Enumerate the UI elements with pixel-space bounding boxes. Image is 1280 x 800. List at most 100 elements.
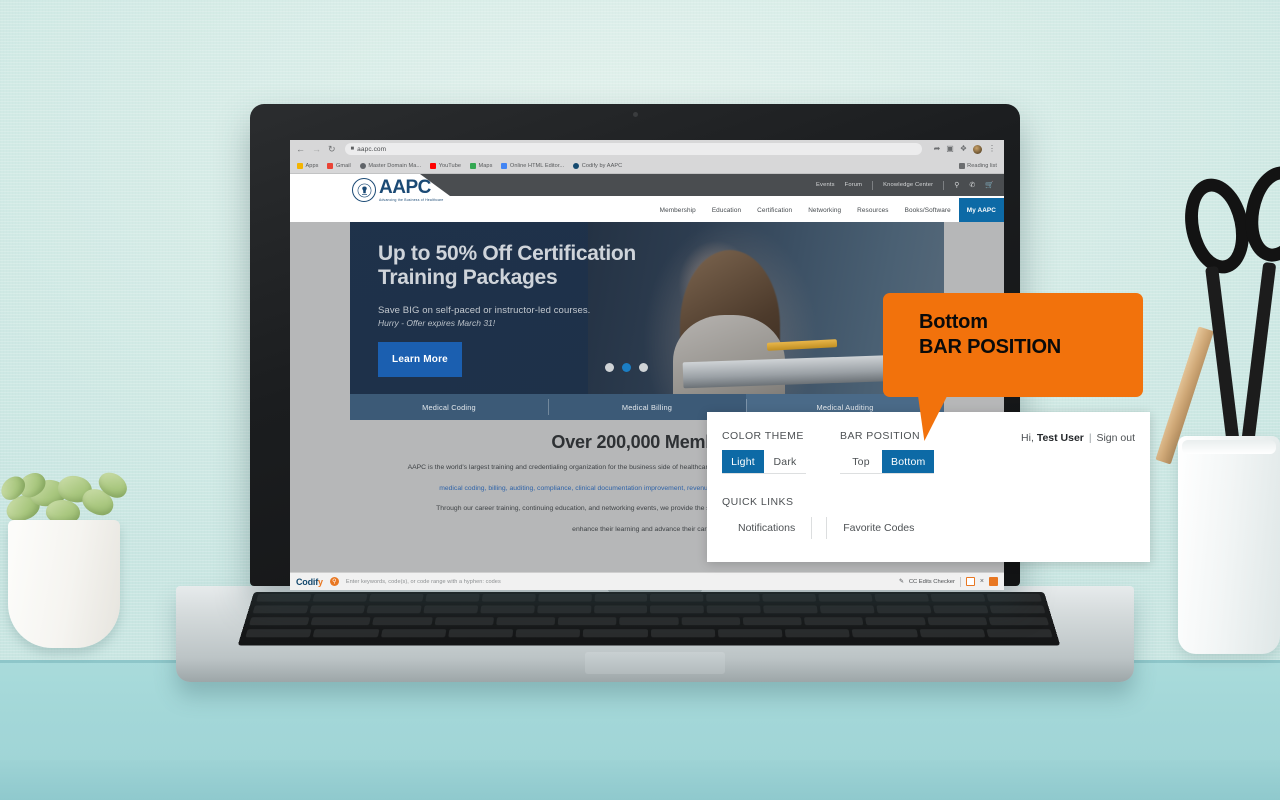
close-icon[interactable]: ×: [980, 578, 984, 585]
nav-item-resources[interactable]: Resources: [849, 198, 896, 222]
bar-position-option-top[interactable]: Top: [840, 450, 882, 473]
laptop-keyboard: [237, 592, 1061, 646]
carousel-dot-active[interactable]: [622, 363, 631, 372]
back-icon[interactable]: ←: [296, 144, 305, 154]
quick-links-label: QUICK LINKS: [722, 496, 794, 508]
nav-item-my-aapc[interactable]: My AAPC: [958, 198, 1004, 222]
hero-subline: Save BIG on self-paced or instructor-led…: [378, 304, 591, 316]
utility-bar: Events Forum Knowledge Center ⚲ ✆ 🛒: [816, 174, 994, 196]
bar-position-option-bottom[interactable]: Bottom: [882, 450, 935, 473]
menu-icon[interactable]: ⋮: [988, 145, 996, 153]
carousel-dot[interactable]: [605, 363, 614, 372]
settings-icon[interactable]: [965, 577, 975, 586]
white-mug: [1178, 436, 1280, 654]
reading-list-button[interactable]: Reading list: [958, 162, 997, 169]
bookmark-item[interactable]: Codify by AAPC: [573, 162, 623, 169]
desk-front-edge: [0, 760, 1280, 800]
laptop-trackpad: [585, 652, 725, 674]
browser-toolbar: ← → ↻ ■ aapc.com ➦ ▣ ❖ ⋮: [290, 140, 1004, 158]
bookmark-favicon: [359, 162, 366, 169]
hero-subline-italic: Hurry - Offer expires March 31!: [378, 317, 496, 328]
bar-position-label: BAR POSITION: [840, 430, 921, 442]
utility-link-events[interactable]: Events: [816, 182, 835, 188]
plant-pot: [8, 520, 120, 648]
bookmark-item[interactable]: Online HTML Editor...: [501, 162, 565, 169]
cart-icon[interactable]: 🛒: [985, 181, 994, 189]
bookmark-label: Online HTML Editor...: [509, 162, 565, 169]
site-header: Events Forum Knowledge Center ⚲ ✆ 🛒 AAPC…: [290, 174, 1004, 222]
nav-item-books-software[interactable]: Books/Software: [897, 198, 959, 222]
reload-icon[interactable]: ↻: [328, 144, 336, 154]
bookmark-item[interactable]: YouTube: [430, 162, 462, 169]
codify-bottom-bar: Codify ⚲ Enter keywords, code(s), or cod…: [290, 572, 1004, 590]
quick-links-group: QUICK LINKS Notifications Favorite Codes: [707, 474, 1150, 539]
extension-icon[interactable]: ▣: [946, 145, 954, 153]
bookmark-favicon: [327, 162, 334, 169]
color-theme-label: COLOR THEME: [722, 430, 804, 442]
callout-pointer: [917, 390, 957, 442]
nav-item-networking[interactable]: Networking: [800, 198, 849, 222]
user-greeting: Hi, Test User | Sign out: [1021, 430, 1135, 474]
search-icon[interactable]: ⚲: [329, 577, 339, 586]
bookmark-label: Gmail: [335, 162, 351, 169]
lock-icon: ■: [350, 146, 355, 152]
utility-link-forum[interactable]: Forum: [845, 182, 863, 188]
divider: [811, 517, 813, 539]
bookmark-item[interactable]: Master Domain Ma...: [359, 162, 421, 169]
divider: |: [1088, 432, 1092, 444]
annotation-callout: Bottom BAR POSITION: [883, 293, 1143, 442]
nav-item-membership[interactable]: Membership: [652, 198, 704, 222]
bookmark-label: Codify by AAPC: [581, 162, 623, 169]
webcam: [632, 112, 638, 117]
site-logo[interactable]: AAPC Advancing the Business of Healthcar…: [352, 178, 444, 202]
tab-medical-coding[interactable]: Medical Coding: [350, 394, 548, 420]
bookmark-item[interactable]: Maps: [470, 162, 492, 169]
bar-position-segmented-control: Top Bottom: [840, 450, 935, 474]
color-theme-segmented-control: Light Dark: [722, 450, 806, 474]
main-navigation: Membership Education Certification Netwo…: [652, 198, 1004, 222]
callout-line-1: Bottom: [919, 311, 988, 333]
bookmark-item[interactable]: Gmail: [327, 162, 351, 169]
divider: [943, 180, 945, 190]
bookmarks-bar: Apps Gmail Master Domain Ma... YouTube M…: [290, 158, 1004, 174]
nav-item-certification[interactable]: Certification: [749, 198, 800, 222]
greeting-text: Hi,: [1021, 432, 1034, 444]
bookmark-label: Apps: [305, 162, 319, 169]
bookmark-favicon: [430, 162, 437, 169]
share-icon[interactable]: ➦: [934, 145, 941, 153]
bookmark-label: YouTube: [438, 162, 462, 169]
phone-icon[interactable]: ✆: [969, 181, 975, 189]
bookmark-favicon: [501, 162, 508, 169]
theme-option-dark[interactable]: Dark: [764, 450, 806, 473]
theme-option-light[interactable]: Light: [722, 450, 764, 473]
quick-link-notifications[interactable]: Notifications: [722, 522, 811, 534]
divider: [872, 180, 874, 190]
bookmark-favicon: [573, 162, 580, 169]
sign-out-link[interactable]: Sign out: [1096, 432, 1135, 444]
carousel-dot[interactable]: [639, 363, 648, 372]
bookmark-item[interactable]: Apps: [297, 162, 319, 169]
learn-more-button[interactable]: Learn More: [378, 341, 462, 377]
user-name: Test User: [1036, 432, 1084, 444]
forward-icon[interactable]: →: [312, 144, 321, 154]
codify-search-input[interactable]: Enter keywords, code(s), or code range w…: [346, 579, 892, 585]
divider: [959, 576, 961, 587]
toolbar-actions: ➦ ▣ ❖ ⋮: [934, 144, 998, 154]
nav-item-education[interactable]: Education: [704, 198, 749, 222]
reading-list-icon: [958, 162, 965, 169]
logo-wordmark: AAPC: [379, 177, 431, 198]
color-theme-group: COLOR THEME Light Dark: [722, 430, 806, 474]
hero-headline: Up to 50% Off Certification Training Pac…: [378, 242, 636, 290]
codify-logo[interactable]: Codify: [296, 577, 323, 587]
quick-link-favorite-codes[interactable]: Favorite Codes: [827, 522, 930, 534]
bookmark-favicon: [297, 162, 303, 169]
cc-edits-checker-icon[interactable]: ✎: [899, 579, 904, 585]
address-bar[interactable]: ■ aapc.com: [344, 143, 922, 155]
logo-tagline: Advancing the Business of Healthcare: [379, 198, 444, 202]
profile-avatar[interactable]: [973, 144, 982, 154]
utility-link-knowledge-center[interactable]: Knowledge Center: [883, 182, 933, 188]
codify-toggle-button[interactable]: [989, 577, 998, 586]
cc-edits-checker-label[interactable]: CC Edits Checker: [909, 579, 955, 585]
search-icon[interactable]: ⚲: [954, 181, 959, 189]
pin-icon[interactable]: ❖: [960, 145, 967, 153]
